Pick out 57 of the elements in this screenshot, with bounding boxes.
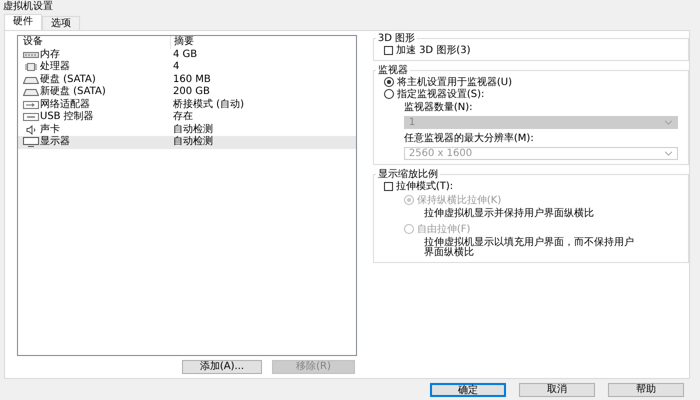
cancel-button[interactable]: 取消: [519, 383, 595, 397]
device-name: 内存: [40, 48, 60, 60]
device-row[interactable]: 网络适配器 桥接模式 (自动): [18, 98, 356, 111]
device-summary: 4: [172, 61, 180, 74]
device-row[interactable]: 新硬盘 (SATA) 200 GB: [18, 86, 356, 98]
device-summary: 160 MB: [172, 74, 211, 86]
radio-label: 指定监视器设置(S):: [396, 88, 484, 101]
checkbox-label: 拉伸模式(T):: [396, 180, 454, 193]
group-title: 3D 图形: [376, 33, 416, 44]
chevron-down-icon: [664, 120, 673, 125]
radio-button[interactable]: [384, 89, 394, 99]
group-title: 显示缩放比例: [376, 169, 439, 180]
device-summary: 4 GB: [172, 48, 198, 61]
device-name: USB 控制器: [40, 111, 94, 124]
device-row[interactable]: 显示器 自动检测: [18, 136, 356, 148]
field-label: 监视器数量(N):: [404, 100, 474, 114]
device-row[interactable]: 内存 4 GB: [18, 48, 356, 61]
network-icon: [23, 100, 39, 110]
ok-button[interactable]: 确定: [430, 383, 506, 397]
radio-button[interactable]: [384, 77, 394, 87]
window-title: 虚拟机设置: [2, 0, 54, 14]
chevron-down-icon: [664, 151, 673, 156]
device-summary: 自动检测: [172, 136, 213, 148]
device-summary: 存在: [172, 111, 193, 124]
field-label: 任意监视器的最大分辨率(M):: [404, 132, 535, 145]
device-summary: 桥接模式 (自动): [172, 98, 244, 111]
device-row[interactable]: 硬盘 (SATA) 160 MB: [18, 74, 356, 86]
radio-label: 保持纵横比拉伸(K): [416, 194, 502, 207]
help-button[interactable]: 帮助: [608, 383, 684, 397]
device-row[interactable]: 声卡 自动检测: [18, 124, 356, 136]
usb-icon: [23, 112, 39, 122]
radio-label: 自由拉伸(F): [416, 222, 470, 236]
option-description: 拉伸虚拟机显示以填充用户界面，而不保持用户界面纵横比: [422, 238, 635, 258]
device-name: 声卡: [40, 124, 60, 136]
tab[interactable]: 硬件: [4, 14, 42, 30]
group-title: 监视器: [376, 65, 409, 76]
checkbox-label: 加速 3D 图形(3): [396, 44, 470, 57]
device-name: 硬盘 (SATA): [40, 74, 96, 86]
column-header[interactable]: 设备: [18, 36, 171, 48]
device-row[interactable]: 处理器 4: [18, 61, 356, 74]
device-row[interactable]: USB 控制器 存在: [18, 111, 356, 124]
column-header[interactable]: 摘要: [171, 36, 194, 48]
checkbox[interactable]: [384, 46, 393, 54]
device-name: 处理器: [40, 61, 70, 74]
device-summary: 自动检测: [172, 124, 213, 136]
device-name: 网络适配器: [40, 98, 90, 110]
memory-icon: [23, 50, 39, 60]
device-name: 显示器: [40, 136, 70, 148]
device-name: 新硬盘 (SATA): [40, 86, 106, 98]
tab[interactable]: 选项: [42, 16, 80, 30]
checkbox[interactable]: [384, 182, 393, 190]
device-summary: 200 GB: [172, 86, 210, 98]
add-button[interactable]: 添加(A)...: [182, 360, 262, 374]
chip-icon: [23, 62, 39, 72]
monitor-icon: [23, 137, 39, 148]
option-description: 拉伸虚拟机显示并保持用户界面纵横比: [422, 209, 595, 219]
radio-label: 将主机设置用于监视器(U): [396, 76, 512, 88]
